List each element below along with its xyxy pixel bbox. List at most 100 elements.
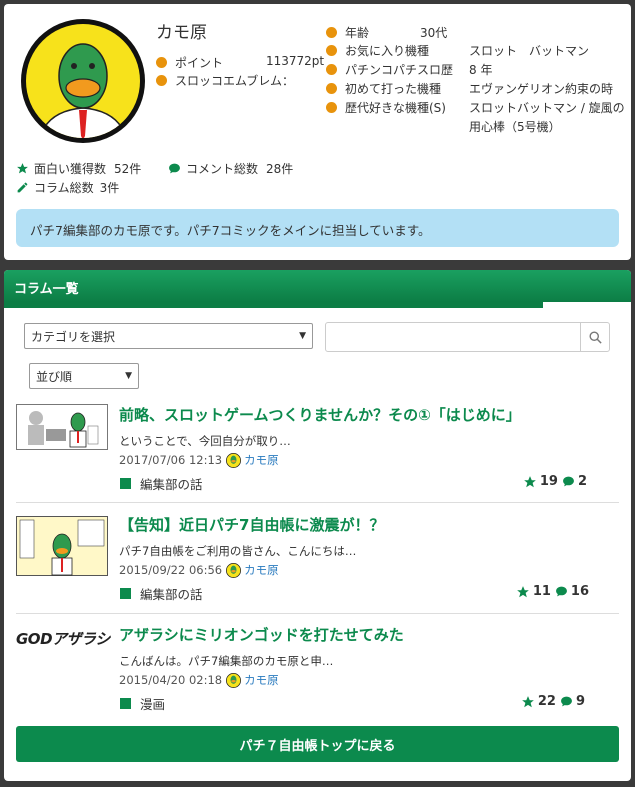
- like-count: 19: [539, 474, 558, 489]
- column-label: コラム総数: [34, 181, 94, 195]
- sort-select[interactable]: 並び順 ▼: [29, 363, 139, 389]
- detail-first: 初めて打った機種: [326, 80, 441, 97]
- divider: [16, 502, 619, 503]
- list-item[interactable]: 【告知】近日パチ7自由帳に激震が！？ パチ7自由帳をご利用の皆さん、こんにちは……: [16, 514, 619, 604]
- points-value: 113772pt: [266, 54, 325, 68]
- article-category[interactable]: 編集部の話: [120, 474, 203, 493]
- fun-value: 52件: [114, 162, 142, 176]
- star-icon: [524, 475, 536, 487]
- orange-dot-icon: [326, 27, 337, 38]
- comment-label: コメント総数: [186, 162, 259, 176]
- comment-icon: [561, 696, 572, 707]
- article-meta: 2015/09/22 06:56 カモ原: [119, 562, 279, 578]
- dropdown-arrow-icon: ▼: [299, 331, 306, 341]
- article-thumbnail: [16, 404, 108, 450]
- detail-label: お気に入り機種: [345, 44, 430, 58]
- author-link[interactable]: カモ原: [244, 452, 279, 468]
- detail-value: 8 年: [469, 63, 493, 77]
- emblem-row: スロッコエムブレム：: [156, 72, 294, 89]
- detail-favorite: お気に入り機種: [326, 42, 429, 59]
- category-label: 漫画: [140, 697, 166, 712]
- like-count: 11: [532, 584, 551, 599]
- divider: [16, 613, 619, 614]
- comment-icon: [563, 476, 574, 487]
- dropdown-arrow-icon: ▼: [125, 371, 132, 381]
- search-button[interactable]: [580, 323, 609, 351]
- article-title[interactable]: 【告知】近日パチ7自由帳に激震が！？: [119, 514, 384, 535]
- profile-card: カモ原 ポイント 113772pt スロッコエムブレム： 年齢 30代 お気に入…: [4, 4, 631, 260]
- comment-count: コメント総数 28件: [168, 160, 293, 177]
- author-link[interactable]: カモ原: [244, 562, 279, 578]
- article-excerpt: ということで、今回自分が取り…: [119, 434, 291, 448]
- points-label: ポイント: [175, 56, 224, 70]
- comment-count: 9: [575, 694, 585, 709]
- orange-dot-icon: [326, 102, 337, 113]
- article-title[interactable]: 前略、スロットゲームつくりませんか？その①「はじめに」: [119, 404, 521, 425]
- emblem-label: スロッコエムブレム：: [175, 74, 295, 88]
- pencil-icon: [17, 182, 28, 193]
- orange-dot-icon: [326, 64, 337, 75]
- column-count: コラム総数 3件: [16, 179, 119, 196]
- like-count: 22: [537, 694, 556, 709]
- search-box: [325, 322, 610, 352]
- article-thumbnail: [16, 516, 108, 576]
- orange-dot-icon: [326, 45, 337, 56]
- article-category[interactable]: 編集部の話: [120, 584, 203, 603]
- orange-dot-icon: [326, 83, 337, 94]
- comment-value: 28件: [266, 162, 294, 176]
- fun-count: 面白い獲得数 52件: [16, 160, 141, 177]
- comment-count: 2: [577, 474, 587, 489]
- detail-label: 年齢: [345, 26, 370, 40]
- author-avatar-icon: [226, 672, 242, 688]
- comment-icon: [555, 586, 567, 597]
- points-row: ポイント: [156, 54, 223, 71]
- sort-select-label: 並び順: [36, 369, 73, 384]
- author-avatar-icon: [226, 562, 242, 578]
- comment-icon: [169, 163, 180, 174]
- detail-value-cont: 用心棒（5号機）: [469, 120, 561, 134]
- header-underline: [4, 302, 631, 308]
- article-date: 2015/04/20 02:18: [119, 673, 223, 687]
- category-label: 編集部の話: [140, 587, 203, 602]
- column-list-card: コラム一覧 カテゴリを選択 ▼ 並び順 ▼ 前略、スロットゲームつくりませんか？…: [4, 270, 631, 781]
- star-icon: [522, 695, 534, 707]
- category-square-icon: [120, 698, 131, 709]
- category-square-icon: [120, 478, 131, 489]
- orange-dot-icon: [156, 75, 167, 86]
- detail-history: パチンコパチスロ歴: [326, 61, 453, 78]
- detail-age: 年齢: [326, 24, 369, 41]
- star-icon: [17, 163, 28, 174]
- comment-count: 16: [570, 584, 589, 599]
- detail-value: スロットバットマン / 旋風の: [469, 101, 625, 115]
- article-counts: 19 2: [523, 474, 587, 489]
- article-date: 2017/07/06 12:13: [119, 453, 223, 467]
- article-excerpt: パチ7自由帳をご利用の皆さん、こんにちは…: [119, 544, 357, 558]
- author-avatar-icon: [226, 452, 242, 468]
- article-meta: 2017/07/06 12:13 カモ原: [119, 452, 279, 468]
- detail-value: エヴァンゲリオン約束の時: [469, 82, 614, 96]
- list-item[interactable]: GODアザラシ アザラシにミリオンゴッドを打たせてみた こんばんは。パチ7編集部…: [16, 624, 619, 714]
- detail-value: 30代: [420, 26, 448, 40]
- category-square-icon: [120, 588, 131, 599]
- article-counts: 22 9: [521, 694, 585, 709]
- category-select-label: カテゴリを選択: [31, 329, 116, 344]
- article-title[interactable]: アザラシにミリオンゴッドを打たせてみた: [119, 624, 404, 645]
- orange-dot-icon: [156, 57, 167, 68]
- detail-value: スロット バットマン: [469, 44, 590, 58]
- list-item[interactable]: 前略、スロットゲームつくりませんか？その①「はじめに」 ということで、今回自分が…: [16, 404, 619, 494]
- author-link[interactable]: カモ原: [244, 672, 279, 688]
- category-select[interactable]: カテゴリを選択 ▼: [24, 323, 313, 349]
- fun-label: 面白い獲得数: [34, 162, 107, 176]
- article-category[interactable]: 漫画: [120, 694, 165, 713]
- article-counts: 11 16: [516, 584, 589, 599]
- category-label: 編集部の話: [140, 477, 203, 492]
- article-meta: 2015/04/20 02:18 カモ原: [119, 672, 279, 688]
- detail-label: パチンコパチスロ歴: [345, 63, 454, 77]
- back-to-top-button[interactable]: パチ７自由帳トップに戻る: [16, 726, 619, 762]
- bio: パチ7編集部のカモ原です。パチ7コミックをメインに担当しています。: [16, 209, 619, 247]
- detail-label: 歴代好きな機種(S): [345, 101, 446, 115]
- detail-all-time: 歴代好きな機種(S): [326, 99, 446, 116]
- profile-name: カモ原: [156, 23, 207, 43]
- column-list-header: コラム一覧: [4, 270, 631, 302]
- article-date: 2015/09/22 06:56: [119, 563, 223, 577]
